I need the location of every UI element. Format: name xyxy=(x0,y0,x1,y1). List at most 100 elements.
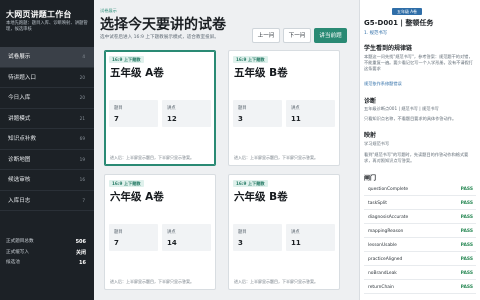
metric-label: 讲点 xyxy=(167,230,176,235)
present-current-button[interactable]: 讲当前题 xyxy=(314,28,347,43)
section-text: 五年级诊断点001 | 规范书写 | 规范书写 xyxy=(364,106,439,111)
check-status: PASS xyxy=(460,285,473,290)
point-count-box: 讲点 11 xyxy=(286,100,335,127)
check-status: PASS xyxy=(460,229,473,234)
detail-panel: 五年级 A卷 G5-D001 | 整顿任务 1. 规范书写 学生看到的规律链 本… xyxy=(359,0,480,300)
stat-row: 候选池 16 xyxy=(0,258,94,269)
check-status: PASS xyxy=(460,215,473,220)
metric-label: 题目 xyxy=(238,106,247,111)
section-heading: 学生看到的规律链 xyxy=(364,45,413,52)
sidebar-item-knowledge-remedy[interactable]: 知识点补救 69 xyxy=(0,129,94,150)
sidebar-item-label: 讲题模式 xyxy=(8,115,31,122)
sidebar-item-diagnosis-map[interactable]: 诊断地图 19 xyxy=(0,150,94,170)
exam-title: 六年级 B卷 xyxy=(234,191,288,203)
sidebar-item-intake-log[interactable]: 入库日志 7 xyxy=(0,191,94,211)
section-text: 学习规范书写 xyxy=(364,141,390,146)
mode-badge: 16:9 上下题教 xyxy=(233,56,268,63)
page-title: 选择今天要讲的试卷 xyxy=(100,17,226,33)
stat-value: 506 xyxy=(75,239,86,245)
exam-card[interactable]: 16:9 上下题教 五年级 A卷 题目 7 讲点 12 进入后：上半屏显示题目，下半… xyxy=(104,50,216,166)
check-status: PASS xyxy=(460,243,473,248)
exam-title: 五年级 B卷 xyxy=(234,67,288,79)
mode-badge: 16:9 上下题教 xyxy=(109,180,144,187)
task-subtitle: 1. 规范书写 xyxy=(364,31,388,36)
check-key: practiceAligned xyxy=(368,257,403,262)
metric-value: 12 xyxy=(167,115,177,123)
metric-label: 题目 xyxy=(114,230,123,235)
stat-label: 候选池 xyxy=(6,260,20,265)
metric-value: 7 xyxy=(114,239,119,247)
metric-label: 讲点 xyxy=(291,106,300,111)
stat-label: 正式缓写入 xyxy=(6,249,29,255)
exam-badge: 五年级 A卷 xyxy=(392,8,423,15)
metric-label: 题目 xyxy=(238,230,247,235)
section-text: 看到"规范书写"的写题时，先读题目的作答动作和格式要求，再对照知识点写答案。 xyxy=(364,152,469,164)
stat-value: 16 xyxy=(79,260,86,266)
metric-value: 7 xyxy=(114,115,119,123)
exam-title: 六年级 A卷 xyxy=(110,191,164,203)
section-text: 只看知识点名称，不看题目要求的具体作答动作。 xyxy=(364,116,457,121)
sidebar-item-exam-display[interactable]: 试卷展示 4 xyxy=(0,47,94,68)
section-heading: 诊断 xyxy=(364,98,377,105)
check-key: mappingReason xyxy=(368,229,404,234)
sidebar-item-label: 诊断地图 xyxy=(8,156,31,163)
check-status: PASS xyxy=(460,187,473,192)
question-count-box: 题目 7 xyxy=(109,224,158,251)
gate-check-row: diagnosisAccurate PASS xyxy=(364,213,476,224)
sidebar-item-label: 待讲题入口 xyxy=(8,74,36,81)
app-title: 大网页讲题工作台 xyxy=(6,10,72,19)
gate-check-row: questionComplete PASS xyxy=(364,185,476,196)
point-count-box: 讲点 14 xyxy=(162,224,211,251)
card-footer-note: 进入后：上半屏显示题目，下半屏只显示答案。 xyxy=(110,279,194,284)
stat-label: 正式题目总数 xyxy=(6,239,34,244)
sidebar-item-label: 试卷展示 xyxy=(8,54,31,60)
sidebar: 大网页讲题工作台 本地先跑题：题目入库、诊断映射、讲题管理，候选审核 试卷展示 4… xyxy=(0,0,94,300)
sidebar-item-lesson-mode[interactable]: 讲题模式 21 xyxy=(0,109,94,129)
sidebar-item-label: 候选审核 xyxy=(8,177,31,183)
next-question-button[interactable]: 下一问 xyxy=(283,28,311,43)
sidebar-item-count: 20 xyxy=(79,95,85,100)
app-subtitle: 本地先跑题：题目入库、诊断映射、讲题管理，候选审核 xyxy=(6,21,88,32)
sidebar-item-count: 69 xyxy=(79,136,85,141)
gate-check-row: mappingReason PASS xyxy=(364,227,476,238)
point-count-box: 讲点 12 xyxy=(162,100,211,127)
question-count-box: 题目 3 xyxy=(233,100,282,127)
stat-value: 关闭 xyxy=(75,249,86,256)
sidebar-item-count: 16 xyxy=(79,177,85,182)
question-count-box: 题目 3 xyxy=(233,224,282,251)
check-key: diagnosisAccurate xyxy=(368,215,409,220)
stat-row: 正式缓写入 关闭 xyxy=(0,248,94,259)
prev-question-button[interactable]: 上一问 xyxy=(252,28,280,43)
exam-card[interactable]: 16:9 上下题教 六年级 B卷 题目 3 讲点 11 进入后：上半屏显示题目，下半… xyxy=(228,174,340,290)
sidebar-item-count: 4 xyxy=(82,54,85,59)
main-content: 试卷展示 选择今天要讲的试卷 选中试卷后进入 16:9 上下题教展示模式，适合教… xyxy=(94,0,359,300)
check-key: taskSplit xyxy=(368,201,387,206)
check-status: PASS xyxy=(460,271,473,276)
metric-label: 讲点 xyxy=(167,106,176,111)
metric-value: 3 xyxy=(238,115,243,123)
card-footer-note: 进入后：上半屏显示题目，下半屏只显示答案。 xyxy=(234,155,318,160)
task-title: G5-D001 | 整顿任务 xyxy=(364,19,434,27)
exam-card[interactable]: 16:9 上下题教 五年级 B卷 题目 3 讲点 11 进入后：上半屏显示题目，下半… xyxy=(228,50,340,166)
exam-title: 五年级 A卷 xyxy=(110,67,164,79)
gate-check-row: taskSplit PASS xyxy=(364,199,476,210)
check-status: PASS xyxy=(460,257,473,262)
sidebar-item-label: 今日入库 xyxy=(8,95,31,101)
metric-value: 11 xyxy=(291,239,301,247)
check-key: questionComplete xyxy=(368,187,409,192)
sidebar-item-pending-entry[interactable]: 待讲题入口 20 xyxy=(0,68,94,88)
sidebar-nav: 试卷展示 4 待讲题入口 20 今日入库 20 讲题模式 21 知识点补救 69 诊断地图… xyxy=(0,47,94,211)
sidebar-item-count: 20 xyxy=(79,74,85,80)
metric-value: 14 xyxy=(167,239,177,247)
check-key: noBrandLeak xyxy=(368,271,397,276)
sidebar-item-count: 7 xyxy=(82,197,85,203)
stat-row: 正式题目总数 506 xyxy=(0,237,94,248)
point-count-box: 讲点 11 xyxy=(286,224,335,251)
sidebar-item-candidate-review[interactable]: 候选审核 16 xyxy=(0,170,94,191)
exam-card[interactable]: 16:9 上下题教 六年级 A卷 题目 7 讲点 14 进入后：上半屏显示题目，下半… xyxy=(104,174,216,290)
gate-check-row: returnChain PASS xyxy=(364,283,476,294)
metric-value: 3 xyxy=(238,239,243,247)
sidebar-item-today-intake[interactable]: 今日入库 20 xyxy=(0,88,94,109)
sidebar-item-count: 21 xyxy=(79,115,85,121)
sidebar-stats: 正式题目总数 506 正式缓写入 关闭 候选池 16 xyxy=(0,237,94,269)
